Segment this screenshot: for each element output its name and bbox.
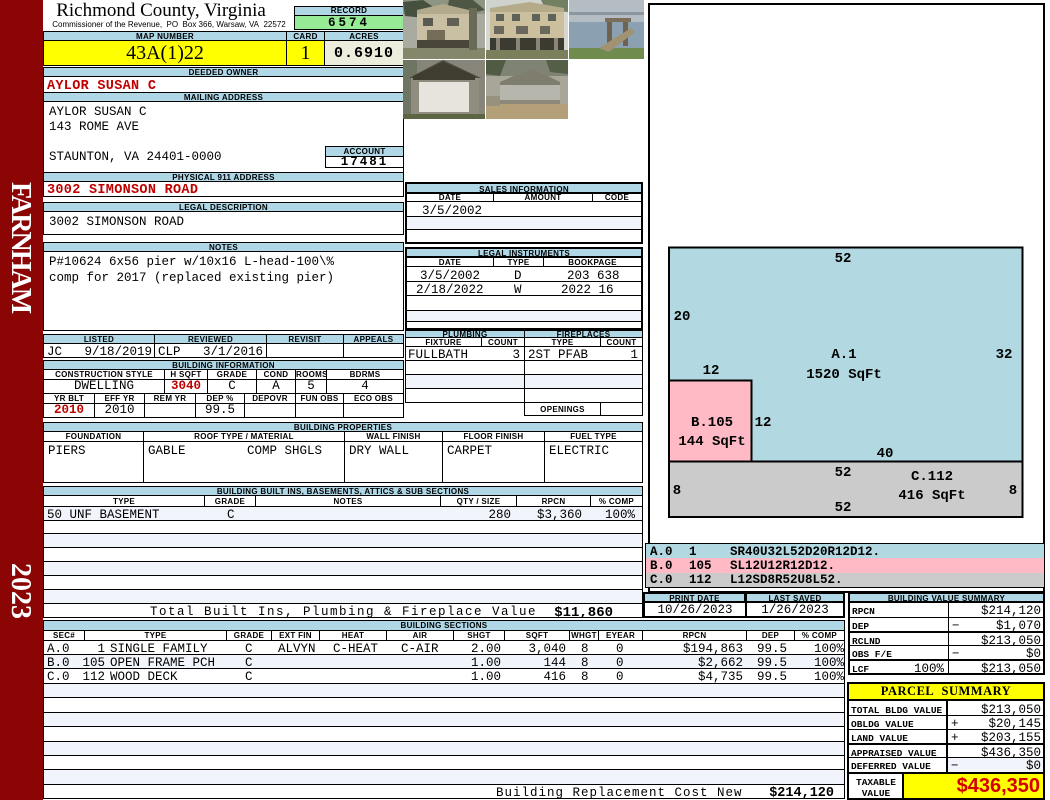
svg-text:B.105: B.105 [691, 415, 733, 431]
svg-text:32: 32 [996, 347, 1013, 363]
svg-text:144 SqFt: 144 SqFt [678, 434, 745, 450]
svg-text:A.1: A.1 [831, 347, 856, 363]
svg-text:12: 12 [703, 363, 720, 379]
svg-text:8: 8 [673, 483, 681, 499]
svg-text:52: 52 [835, 465, 852, 481]
svg-text:416 SqFt: 416 SqFt [898, 488, 965, 504]
svg-text:8: 8 [1009, 483, 1017, 499]
svg-text:52: 52 [835, 251, 852, 267]
svg-text:40: 40 [877, 446, 894, 462]
svg-text:C.112: C.112 [911, 469, 953, 485]
svg-text:1520 SqFt: 1520 SqFt [806, 367, 882, 383]
svg-text:52: 52 [835, 500, 852, 516]
svg-text:12: 12 [755, 415, 772, 431]
svg-text:20: 20 [674, 309, 691, 325]
